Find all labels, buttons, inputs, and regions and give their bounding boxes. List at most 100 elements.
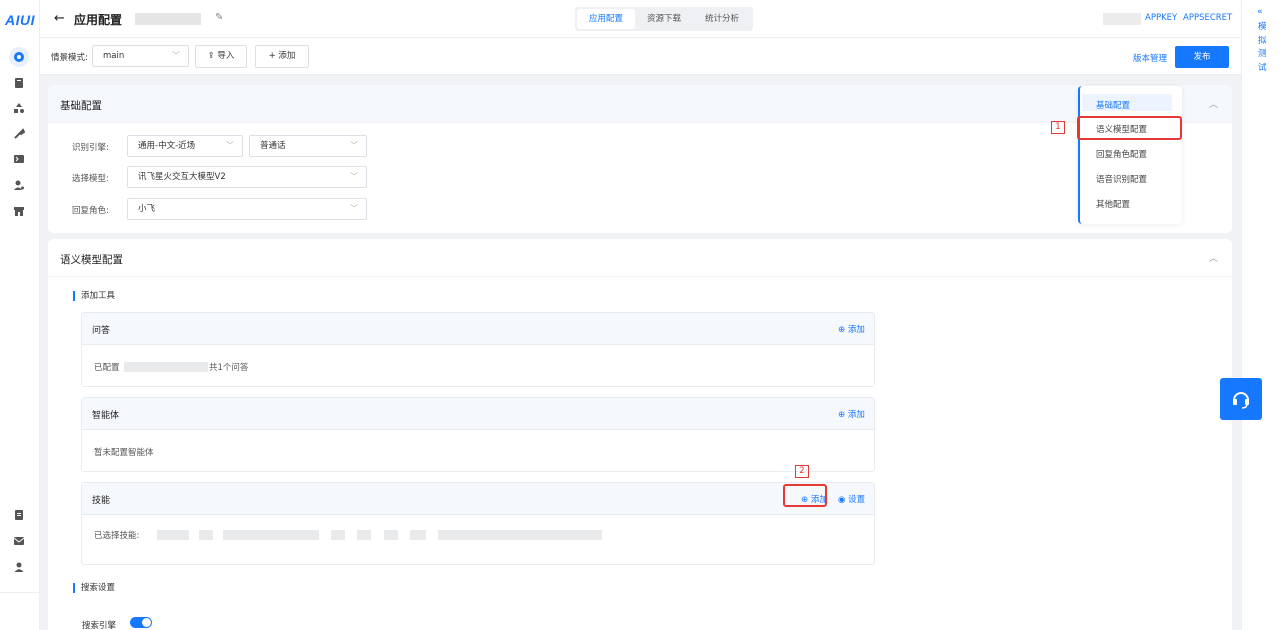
anchor-other-config[interactable]: 其他配置 [1096, 198, 1130, 210]
qa-configured-text: 已配置 [94, 363, 120, 373]
import-button[interactable]: ⇪ 导入 [195, 45, 247, 68]
appid-redacted [1103, 13, 1141, 25]
qa-count-text: 共1个问答 [209, 363, 249, 373]
skill-redacted [357, 530, 371, 540]
app-name-redacted [135, 13, 201, 25]
back-arrow-icon[interactable]: ← [54, 11, 65, 26]
skill-redacted [331, 530, 345, 540]
annotation-badge-2: 2 [795, 465, 809, 478]
skill-redacted [410, 530, 426, 540]
left-sidebar: AIUI [0, 0, 40, 630]
mail-icon[interactable] [12, 534, 26, 548]
agent-title: 智能体 [92, 411, 120, 421]
skill-title: 技能 [92, 496, 111, 506]
model-label: 选择模型: [72, 174, 109, 184]
version-management-link[interactable]: 版本管理 [1133, 52, 1167, 64]
qa-add-label: 添加 [847, 325, 865, 335]
role-value: 小飞 [138, 204, 156, 214]
app-config-nav-icon[interactable] [9, 47, 29, 67]
skill-redacted [199, 530, 213, 540]
plus-icon: + [268, 51, 279, 61]
anchor-asr-config[interactable]: 语音识别配置 [1096, 173, 1147, 185]
role-label: 回复角色: [72, 206, 109, 216]
document-icon[interactable] [12, 508, 26, 522]
anchor-basic-config[interactable]: 基础配置 [1096, 99, 1130, 111]
appkey-link[interactable]: APPKEY [1145, 13, 1177, 23]
qa-add-button[interactable]: ⊕ 添加 [838, 323, 865, 335]
user-settings-icon[interactable] [12, 178, 26, 192]
chevron-up-icon[interactable]: ︿ [1209, 97, 1218, 110]
scene-select[interactable]: main ﹀ [92, 45, 189, 67]
skill-redacted [384, 530, 398, 540]
role-select[interactable]: 小飞 ﹀ [127, 198, 367, 220]
add-tools-label: 添加工具 [73, 291, 115, 301]
search-engine-toggle[interactable] [130, 617, 152, 628]
qa-header: 问答 ⊕ 添加 [82, 313, 874, 345]
aiui-logo: AIUI [5, 12, 35, 28]
qa-name-redacted [124, 362, 208, 372]
engine-value: 通用-中文-近场 [138, 141, 196, 151]
semantic-config-card: 语义模型配置 ︿ 添加工具 问答 ⊕ 添加 已配置 共1个问答 智能体 ⊕ 添加… [48, 239, 1232, 630]
anchor-nav: 基础配置 语义模型配置 回复角色配置 语音识别配置 其他配置 [1078, 86, 1182, 224]
main-content: 基础配置 ︿ 识别引擎: 通用-中文-近场 ﹀ 普通话 ﹀ 选择模型: 讯飞星火… [40, 75, 1241, 630]
skill-settings-button[interactable]: ◉ 设置 [838, 493, 865, 505]
scene-value: main [103, 51, 125, 61]
wrench-icon[interactable] [12, 127, 26, 141]
skill-redacted [157, 530, 189, 540]
agent-tool-box: 智能体 ⊕ 添加 暂未配置智能体 [81, 397, 875, 472]
chevron-up-icon[interactable]: ︿ [1209, 251, 1218, 264]
headset-icon [1233, 392, 1249, 409]
annotation-badge-1: 1 [1051, 121, 1065, 134]
model-select[interactable]: 讯飞星火交互大模型V2 ﹀ [127, 166, 367, 188]
agent-empty-text: 暂未配置智能体 [94, 448, 154, 458]
semantic-config-header[interactable]: 语义模型配置 ︿ [48, 239, 1232, 277]
semantic-config-title: 语义模型配置 [60, 254, 123, 266]
simulation-test-panel[interactable]: « 模拟测试 [1241, 0, 1280, 630]
model-value: 讯飞星火交互大模型V2 [138, 172, 226, 182]
terminal-icon[interactable] [12, 152, 26, 166]
book-icon[interactable] [12, 76, 26, 90]
chevron-down-icon: ﹀ [350, 172, 358, 181]
chevron-down-icon: ﹀ [226, 141, 234, 150]
agent-add-button[interactable]: ⊕ 添加 [838, 408, 865, 420]
radio-dot-icon: ◉ [838, 495, 849, 505]
add-scene-button[interactable]: + 添加 [255, 45, 309, 68]
page-header: ← 应用配置 ✎ 应用配置 资源下载 统计分析 APPKEY APPSECRET [40, 0, 1241, 38]
tab-resource-download[interactable]: 资源下载 [635, 9, 693, 29]
customer-support-button[interactable] [1220, 378, 1262, 420]
skill-settings-label: 设置 [848, 495, 866, 505]
shapes-icon[interactable] [12, 101, 26, 115]
highlight-box-semantic-anchor [1077, 116, 1182, 140]
simulation-test-label[interactable]: 模拟测试 [1258, 21, 1268, 75]
chevron-down-icon: ﹀ [172, 51, 180, 60]
skill-body: 已选择技能: [82, 515, 874, 556]
skill-redacted [223, 530, 319, 540]
anchor-role-config[interactable]: 回复角色配置 [1096, 148, 1147, 160]
skill-redacted [438, 530, 602, 540]
import-label: 导入 [217, 51, 235, 61]
qa-body: 已配置 共1个问答 [82, 345, 874, 386]
engine-label: 识别引擎: [72, 143, 109, 153]
store-icon[interactable] [12, 204, 26, 218]
basic-config-card: 基础配置 ︿ 识别引擎: 通用-中文-近场 ﹀ 普通话 ﹀ 选择模型: 讯飞星火… [48, 85, 1232, 233]
toolbar: 情景模式: main ﹀ ⇪ 导入 + 添加 版本管理 发布 [40, 38, 1241, 75]
accent-select[interactable]: 普通话 ﹀ [249, 135, 367, 157]
pencil-icon[interactable]: ✎ [215, 12, 223, 23]
double-chevron-left-icon[interactable]: « [1257, 7, 1263, 17]
chevron-down-icon: ﹀ [350, 204, 358, 213]
basic-config-title: 基础配置 [60, 100, 102, 112]
page-title: 应用配置 [74, 13, 123, 27]
agent-add-label: 添加 [847, 410, 865, 420]
engine-select[interactable]: 通用-中文-近场 ﹀ [127, 135, 243, 157]
appsecret-link[interactable]: APPSECRET [1183, 13, 1232, 23]
basic-config-header[interactable]: 基础配置 ︿ [48, 85, 1232, 123]
publish-button[interactable]: 发布 [1175, 46, 1229, 68]
tab-app-config[interactable]: 应用配置 [577, 9, 636, 29]
rail-divider [0, 592, 40, 593]
tab-statistics[interactable]: 统计分析 [693, 9, 751, 29]
agent-body: 暂未配置智能体 [82, 430, 874, 471]
user-icon[interactable] [12, 560, 26, 574]
skill-tool-box: 技能 ⊕ 添加 ◉ 设置 已选择技能: [81, 482, 875, 565]
agent-header: 智能体 ⊕ 添加 [82, 398, 874, 430]
highlight-box-skill-add [783, 484, 827, 507]
